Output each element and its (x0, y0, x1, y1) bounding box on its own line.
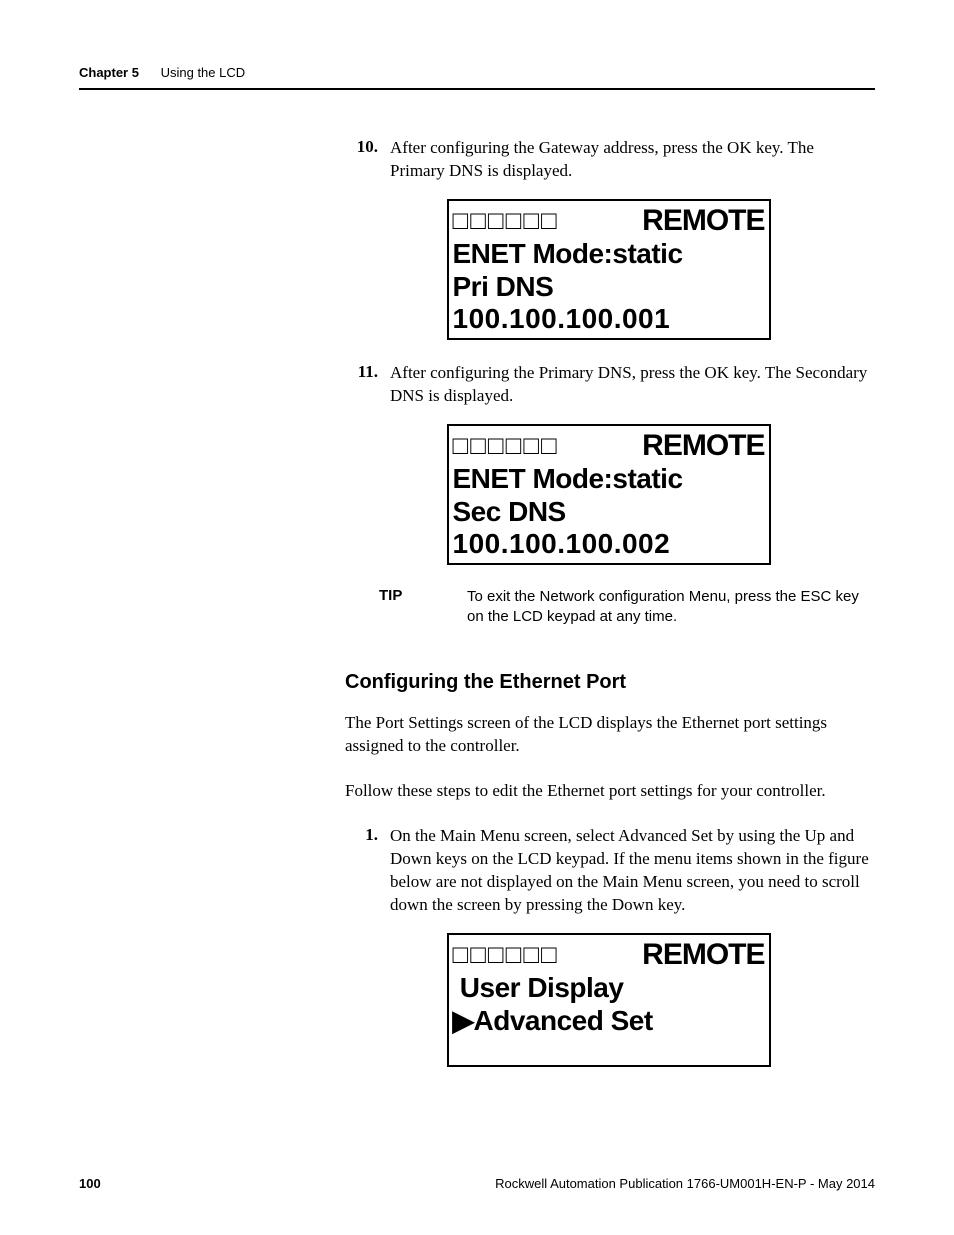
step-1: 1. On the Main Menu screen, select Advan… (345, 825, 872, 917)
main-content: 10. After configuring the Gateway addres… (345, 137, 872, 1089)
lcd-mode-remote: REMOTE (642, 429, 764, 464)
publication-info: Rockwell Automation Publication 1766-UM0… (495, 1176, 875, 1191)
lcd-screen-sec-dns: □□□□□□ REMOTE ENET Mode:static Sec DNS 1… (447, 424, 771, 565)
step-text: After configuring the Gateway address, p… (390, 137, 870, 183)
chapter-title: Using the LCD (161, 65, 246, 80)
lcd-sec-dns-value: 100.100.100.002 (453, 528, 671, 560)
tip-block: TIP To exit the Network configuration Me… (379, 587, 872, 628)
step-text: On the Main Menu screen, select Advanced… (390, 825, 870, 917)
step-text: After configuring the Primary DNS, press… (390, 362, 870, 408)
lcd-pri-dns-label: Pri DNS (453, 271, 554, 303)
tip-label: TIP (379, 587, 467, 628)
page-header: Chapter 5 Using the LCD (79, 64, 875, 90)
step-10: 10. After configuring the Gateway addres… (345, 137, 872, 183)
step-number: 1. (345, 825, 378, 845)
lcd-status-boxes: □□□□□□ (453, 940, 559, 970)
lcd-screen-main-menu: □□□□□□ REMOTE User Display ▶Advanced Set (447, 933, 771, 1067)
lcd-enet-mode: ENET Mode:static (453, 238, 683, 270)
lcd-menu-advanced-set: ▶Advanced Set (453, 1005, 653, 1037)
step-11: 11. After configuring the Primary DNS, p… (345, 362, 872, 408)
lcd-enet-mode: ENET Mode:static (453, 463, 683, 495)
step-number: 11. (345, 362, 378, 382)
paragraph: The Port Settings screen of the LCD disp… (345, 712, 872, 758)
section-heading: Configuring the Ethernet Port (345, 671, 872, 694)
lcd-sec-dns-label: Sec DNS (453, 496, 566, 528)
lcd-pri-dns-value: 100.100.100.001 (453, 303, 671, 335)
lcd-mode-remote: REMOTE (642, 204, 764, 239)
page-footer: 100 Rockwell Automation Publication 1766… (79, 1176, 875, 1191)
step-number: 10. (345, 137, 378, 157)
lcd-status-boxes: □□□□□□ (453, 431, 559, 461)
lcd-mode-remote: REMOTE (642, 938, 764, 973)
lcd-menu-user-display: User Display (453, 972, 624, 1004)
tip-text: To exit the Network configuration Menu, … (467, 587, 872, 628)
chapter-label: Chapter 5 (79, 65, 139, 80)
page-number: 100 (79, 1176, 101, 1191)
lcd-screen-pri-dns: □□□□□□ REMOTE ENET Mode:static Pri DNS 1… (447, 199, 771, 340)
paragraph: Follow these steps to edit the Ethernet … (345, 780, 872, 803)
lcd-status-boxes: □□□□□□ (453, 206, 559, 236)
